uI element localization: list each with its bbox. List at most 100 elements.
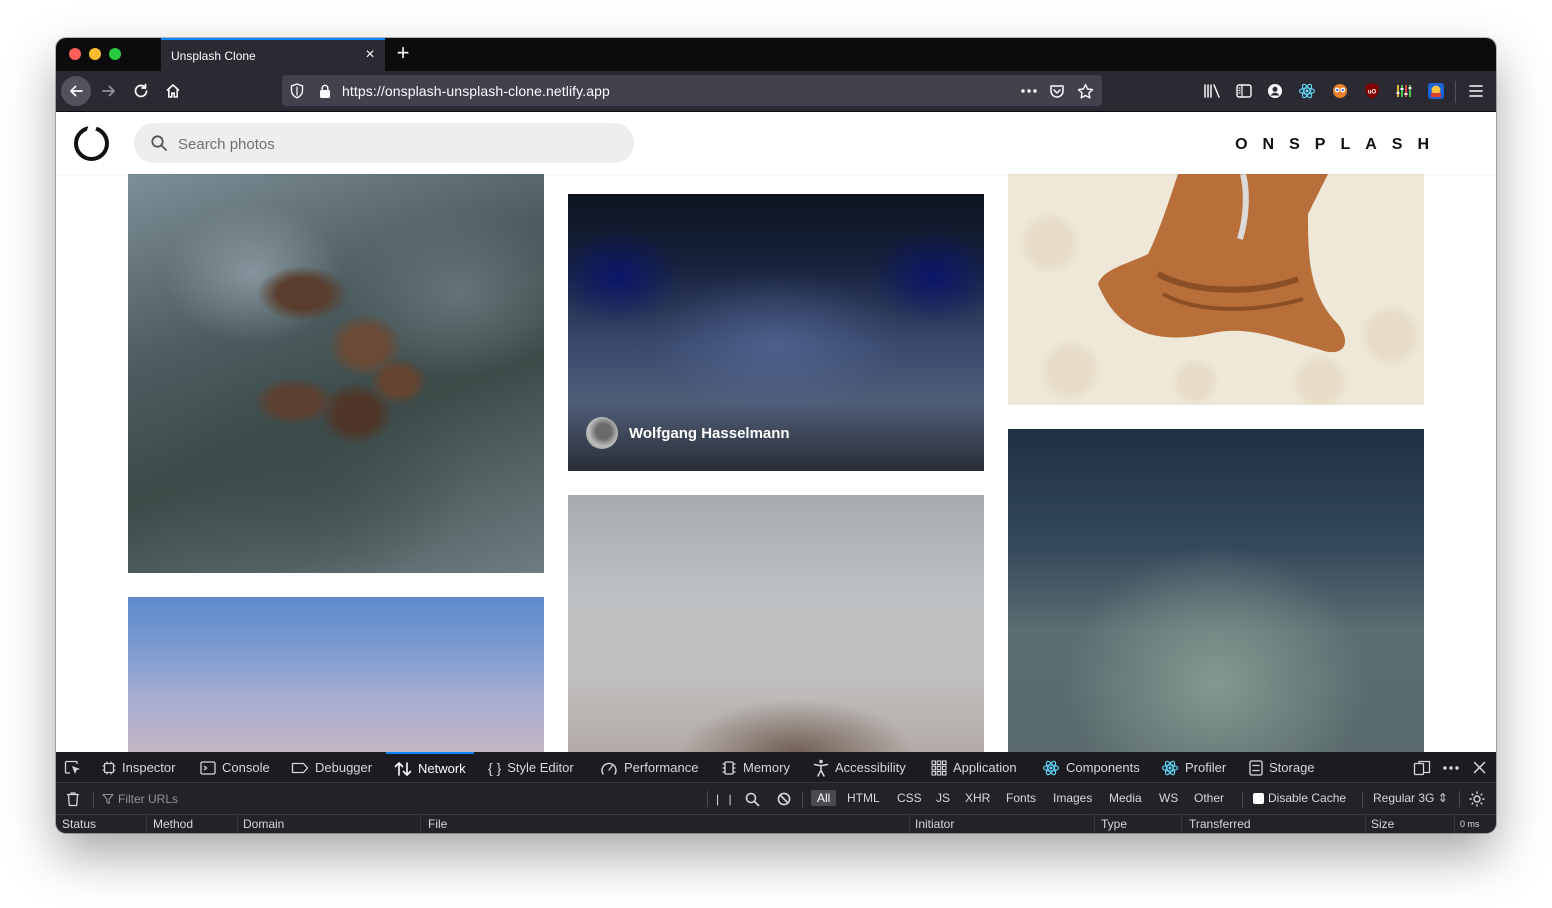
- account-icon[interactable]: [1265, 81, 1285, 101]
- disable-cache-label[interactable]: Disable Cache: [1268, 791, 1346, 805]
- reload-button[interactable]: [126, 76, 156, 106]
- photo-credit[interactable]: Wolfgang Hasselmann: [586, 417, 790, 449]
- console-icon: [200, 760, 216, 775]
- zoom-window-button[interactable]: [109, 48, 121, 60]
- bookmark-star-icon[interactable]: [1076, 82, 1094, 100]
- memory-chip-icon: [722, 760, 736, 775]
- filter-css[interactable]: CSS: [897, 791, 922, 805]
- search-icon: [745, 792, 760, 806]
- dock-side-icon: [1413, 760, 1431, 775]
- throttling-value: Regular 3G: [1373, 791, 1435, 805]
- throttling-select[interactable]: Regular 3G ⇕: [1373, 791, 1448, 805]
- photo-dark-teal[interactable]: [1008, 429, 1424, 752]
- search-input[interactable]: [176, 123, 620, 165]
- home-button[interactable]: [158, 76, 188, 106]
- search-bar[interactable]: [134, 123, 634, 165]
- column-transferred[interactable]: Transferred: [1189, 817, 1251, 831]
- equalizer-extension-icon[interactable]: [1394, 81, 1414, 101]
- tab-performance[interactable]: Performance: [600, 752, 698, 783]
- tab-inspector[interactable]: Inspector: [102, 752, 175, 783]
- tab-components[interactable]: Components: [1042, 752, 1140, 783]
- search-requests-button[interactable]: [745, 783, 760, 815]
- filter-all[interactable]: All: [811, 790, 837, 806]
- url-text[interactable]: https://onsplash-unsplash-clone.netlify.…: [342, 83, 610, 99]
- pocket-icon[interactable]: [1048, 82, 1066, 100]
- lock-icon[interactable]: [316, 82, 334, 100]
- tab-style-editor[interactable]: { } Style Editor: [488, 752, 574, 783]
- photo-dark-blue[interactable]: Wolfgang Hasselmann: [568, 194, 984, 471]
- network-settings-button[interactable]: [1468, 783, 1486, 815]
- filter-other[interactable]: Other: [1194, 791, 1224, 805]
- devtools-close-button[interactable]: [1473, 752, 1486, 783]
- container-extension-icon[interactable]: [1426, 81, 1446, 101]
- react-profiler-icon: [1161, 760, 1179, 775]
- column-size[interactable]: Size: [1371, 817, 1394, 831]
- pause-icon: | |: [716, 792, 735, 806]
- dock-toggle-button[interactable]: [1413, 752, 1431, 783]
- filter-images[interactable]: Images: [1053, 791, 1092, 805]
- react-devtools-icon[interactable]: [1297, 81, 1317, 101]
- tab-debugger-label: Debugger: [315, 760, 373, 775]
- tab-memory[interactable]: Memory: [721, 752, 790, 783]
- url-bar[interactable]: https://onsplash-unsplash-clone.netlify.…: [282, 75, 1102, 106]
- tracking-shield-icon[interactable]: [288, 82, 306, 100]
- tab-strip: Unsplash Clone × +: [56, 38, 1496, 71]
- filter-urls-input[interactable]: Filter URLs: [118, 792, 178, 806]
- column-method[interactable]: Method: [153, 817, 193, 831]
- pause-button[interactable]: | |: [716, 783, 735, 815]
- filter-ws[interactable]: WS: [1159, 791, 1178, 805]
- tab-console-label: Console: [222, 760, 270, 775]
- more-dots-icon: [1443, 765, 1459, 770]
- tab-close-icon[interactable]: ×: [363, 47, 377, 63]
- column-timeline[interactable]: 0 ms: [1460, 819, 1480, 829]
- column-type[interactable]: Type: [1101, 817, 1127, 831]
- devtools-more-button[interactable]: [1442, 752, 1460, 783]
- arrow-left-icon: [70, 85, 83, 97]
- tab-storage[interactable]: Storage: [1249, 752, 1315, 783]
- back-button[interactable]: [61, 76, 91, 106]
- minimize-window-button[interactable]: [89, 48, 101, 60]
- filter-js[interactable]: JS: [936, 791, 950, 805]
- photo-pine-cones[interactable]: [128, 174, 544, 573]
- toolbar-divider: [93, 791, 94, 807]
- forward-button[interactable]: [94, 76, 124, 106]
- filter-xhr[interactable]: XHR: [965, 791, 990, 805]
- tab-accessibility[interactable]: Accessibility: [813, 752, 906, 783]
- extension-owl-icon[interactable]: [1330, 81, 1350, 101]
- tab-debugger[interactable]: Debugger: [291, 752, 372, 783]
- column-status[interactable]: Status: [62, 817, 96, 831]
- element-picker-button[interactable]: [64, 752, 82, 783]
- tab-application[interactable]: Application: [931, 752, 1017, 783]
- hamburger-menu-icon[interactable]: [1466, 81, 1486, 101]
- filter-fonts[interactable]: Fonts: [1006, 791, 1036, 805]
- toolbar-divider: [1242, 791, 1243, 807]
- filter-html[interactable]: HTML: [847, 791, 880, 805]
- tab-network[interactable]: Network: [386, 752, 474, 783]
- clear-requests-button[interactable]: [66, 783, 80, 815]
- column-domain[interactable]: Domain: [243, 817, 284, 831]
- updown-chevron-icon: ⇕: [1437, 791, 1448, 805]
- disable-cache-checkbox[interactable]: [1253, 793, 1264, 804]
- page-actions-icon[interactable]: [1020, 82, 1038, 100]
- ublock-origin-icon[interactable]: uO: [1362, 81, 1382, 101]
- sidebar-icon[interactable]: [1234, 81, 1254, 101]
- tab-console[interactable]: Console: [200, 752, 270, 783]
- new-tab-button[interactable]: +: [392, 42, 414, 65]
- toolbar-divider: [707, 791, 708, 807]
- block-requests-button[interactable]: [777, 783, 791, 815]
- tab-memory-label: Memory: [743, 760, 790, 775]
- browser-tab[interactable]: Unsplash Clone ×: [161, 38, 385, 71]
- close-window-button[interactable]: [69, 48, 81, 60]
- column-file[interactable]: File: [428, 817, 447, 831]
- brand-wordmark[interactable]: ONSPLASH: [1235, 136, 1444, 154]
- photo-fog[interactable]: [568, 495, 984, 752]
- filter-funnel: [102, 783, 114, 815]
- photo-sky[interactable]: [128, 597, 544, 752]
- column-initiator[interactable]: Initiator: [915, 817, 954, 831]
- tab-profiler[interactable]: Profiler: [1161, 752, 1226, 783]
- library-icon[interactable]: [1202, 81, 1222, 101]
- filter-media[interactable]: Media: [1109, 791, 1142, 805]
- tab-style-editor-label: Style Editor: [507, 760, 574, 775]
- onsplash-logo-icon[interactable]: [74, 126, 109, 161]
- photo-rocking-horse[interactable]: [1008, 174, 1424, 405]
